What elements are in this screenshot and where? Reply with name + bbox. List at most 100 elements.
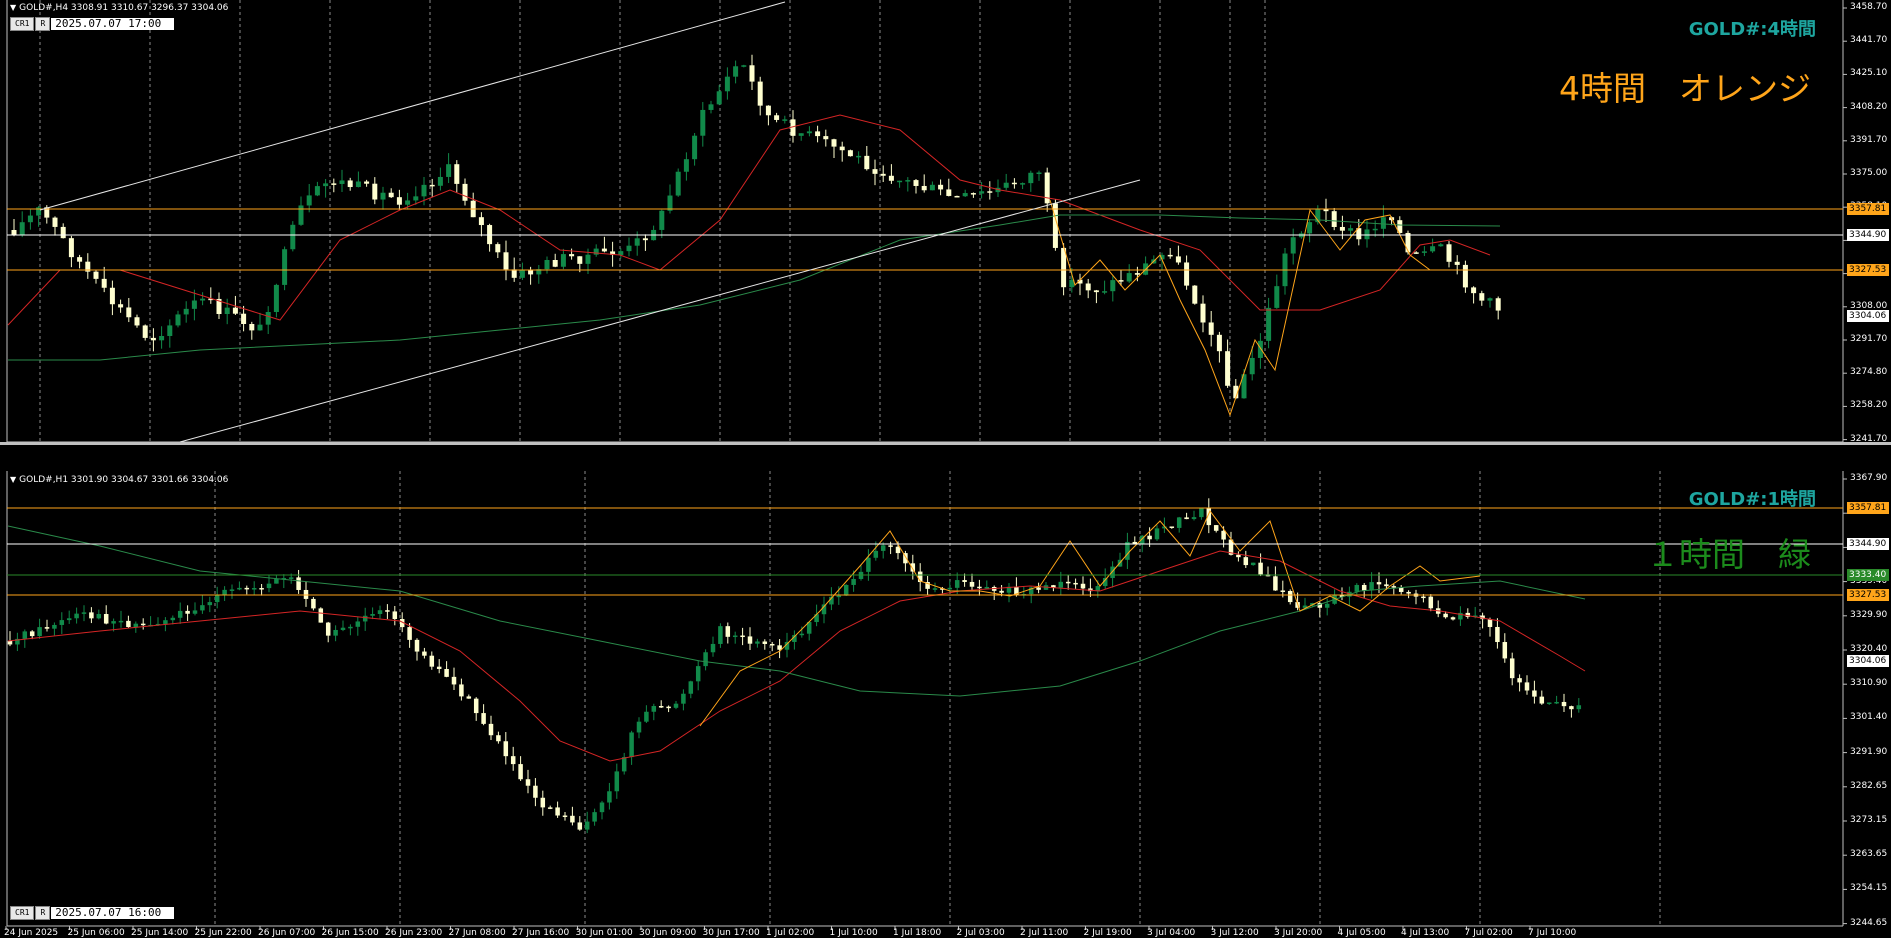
candle-body [815,131,821,137]
candle-body [932,588,938,590]
time-tick-label: 1 Jul 02:00 [766,928,815,938]
price-tick-label: 3258.20 [1850,400,1888,411]
moving-average-green [7,525,1586,697]
candle-body [1428,596,1434,609]
candle-body [1532,690,1537,697]
cr1-button[interactable]: CR1 [10,17,35,31]
cr1-button[interactable]: CR1 [10,906,35,920]
candle-body [185,610,190,614]
h1-ohlc-text: GOLD#,H1 3301.90 3304.67 3301.66 3304.06 [19,475,229,485]
candle-body [429,184,435,187]
candle-body [1126,273,1132,282]
h1-chart-canvas[interactable] [0,471,1891,936]
candle-body [708,104,714,110]
candle-body [1398,587,1404,592]
candle-body [836,595,842,598]
candle-body [569,254,575,257]
candle-body [831,139,837,147]
candle-body [1421,596,1426,599]
collapse-triangle-icon[interactable]: ▼ [10,475,16,484]
candle-body [905,180,911,182]
candle-body [59,620,65,625]
candle-body [716,91,722,105]
candle-body [560,254,566,267]
candle-body [692,135,698,160]
candle-body [1257,340,1263,358]
candle-body [37,627,42,637]
candle-body [407,627,412,640]
candle-body [938,184,944,190]
time-tick-label: 25 Jun 06:00 [67,928,125,938]
time-tick-label: 2 Jul 11:00 [1020,928,1069,938]
candle-body [765,105,771,116]
candle-body [93,271,99,279]
h4-crosshair-datebox[interactable]: CR1 R 2025.07.07 17:00 [10,17,175,31]
candle-body [1462,264,1468,288]
candle-body [695,666,701,682]
candle-body [584,821,590,830]
candle-body [81,612,87,614]
time-tick-label: 2 Jul 03:00 [956,928,1005,938]
candle-body [921,185,927,191]
candle-body [257,324,263,331]
candle-body [910,563,916,572]
price-tick-label: 3391.70 [1850,134,1888,145]
candle-body [421,184,427,197]
time-tick-label: 26 Jun 23:00 [385,928,443,938]
candle-body [249,323,255,331]
candle-body [1430,246,1436,252]
time-tick-label: 4 Jul 13:00 [1401,928,1450,938]
candle-body [1339,226,1345,231]
candle-body [666,706,671,709]
candle-body [525,779,531,786]
r-button[interactable]: R [35,906,51,920]
candle-body [1479,293,1485,301]
r-button[interactable]: R [35,17,51,31]
candle-body [306,195,312,206]
candle-body [444,669,449,677]
candle-body [118,304,124,308]
price-tick-label: 3375.00 [1850,168,1888,178]
candle-body [614,771,620,792]
time-tick-label: 30 Jun 09:00 [639,928,697,938]
candle-body [843,584,849,596]
candle-body [947,587,953,590]
candle-body [749,65,755,82]
candle-body [872,169,878,174]
candle-body [540,797,546,808]
candle-body [111,621,116,624]
candle-body [1495,298,1501,311]
candle-body [1274,286,1280,308]
h1-crosshair-datebox[interactable]: CR1 R 2025.07.07 16:00 [10,906,175,920]
h4-chart-pane[interactable]: ▼ GOLD#,H4 3308.91 3310.67 3296.37 3304.0… [0,0,1891,454]
pane-splitter[interactable] [0,442,1891,471]
price-tick-label: 3320.40 [1850,644,1888,654]
candle-body [96,614,102,619]
candle-body [134,317,140,326]
h1-chart-pane[interactable]: ▼ GOLD#,H1 3301.90 3304.67 3301.66 3304.0… [0,471,1891,938]
h1-caption: １時間 緑 [1646,535,1811,574]
candle-body [570,815,575,823]
candle-body [1169,526,1175,528]
candle-body [984,586,990,589]
candle-body [1391,586,1397,588]
candle-body [1011,182,1017,185]
collapse-triangle-icon[interactable]: ▼ [10,3,16,12]
time-tick-label: 3 Jul 20:00 [1274,928,1323,938]
h4-date-value: 2025.07.07 17:00 [51,18,175,30]
candle-body [429,655,435,667]
candle-body [495,244,501,253]
candle-body [1364,229,1370,240]
candle-body [1487,298,1493,301]
candle-body [1176,517,1182,528]
candle-body [1020,183,1026,185]
candle-body [1554,701,1559,704]
price-tick-label: 3291.90 [1850,746,1888,757]
candle-body [856,155,862,158]
candle-body [1331,211,1337,227]
candle-body [362,615,368,622]
candle-body [109,287,115,305]
candle-body [562,815,568,818]
candle-body [777,645,782,650]
candle-body [436,666,442,670]
